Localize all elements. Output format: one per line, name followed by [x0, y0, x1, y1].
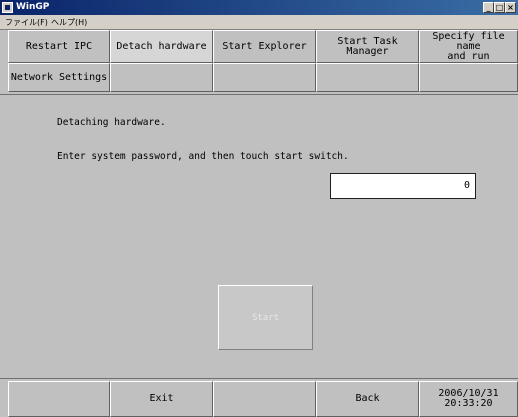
datetime-display: 2006/10/31 20:33:20: [419, 381, 518, 417]
main-panel: Restart IPC Detach hardware Start Explor…: [0, 30, 518, 417]
footer-divider: [0, 378, 518, 379]
minimize-button[interactable]: _: [483, 2, 494, 13]
detach-hardware-button[interactable]: Detach hardware: [110, 30, 213, 63]
password-input[interactable]: 0: [330, 173, 476, 199]
menu-file[interactable]: ファイル(F): [2, 15, 51, 30]
footer-empty-1: [8, 381, 110, 417]
empty-button-3: [316, 63, 419, 92]
title-bar: WinGP _ □ ×: [0, 0, 518, 15]
empty-button-2: [213, 63, 316, 92]
start-task-manager-button[interactable]: Start Task Manager: [316, 30, 419, 63]
start-button[interactable]: Start: [218, 285, 313, 350]
maximize-button[interactable]: □: [494, 2, 505, 13]
instruction-text: Enter system password, and then touch st…: [57, 151, 349, 162]
menu-help[interactable]: ヘルプ(H): [48, 15, 90, 30]
restart-ipc-button[interactable]: Restart IPC: [8, 30, 110, 63]
detaching-heading: Detaching hardware.: [57, 117, 166, 128]
footer-empty-2: [213, 381, 316, 417]
exit-button[interactable]: Exit: [110, 381, 213, 417]
header-divider: [0, 94, 518, 95]
start-explorer-button[interactable]: Start Explorer: [213, 30, 316, 63]
app-icon: [2, 2, 13, 13]
window-title: WinGP: [16, 2, 50, 12]
specify-file-name-and-run-button[interactable]: Specify file name and run: [419, 30, 518, 63]
close-button[interactable]: ×: [505, 2, 516, 13]
window-controls: _ □ ×: [483, 2, 516, 13]
empty-button-1: [110, 63, 213, 92]
menu-bar: ファイル(F) ヘルプ(H): [0, 15, 518, 30]
time-text: 20:33:20: [444, 398, 493, 409]
empty-button-4: [419, 63, 518, 92]
network-settings-button[interactable]: Network Settings: [8, 63, 110, 92]
back-button[interactable]: Back: [316, 381, 419, 417]
